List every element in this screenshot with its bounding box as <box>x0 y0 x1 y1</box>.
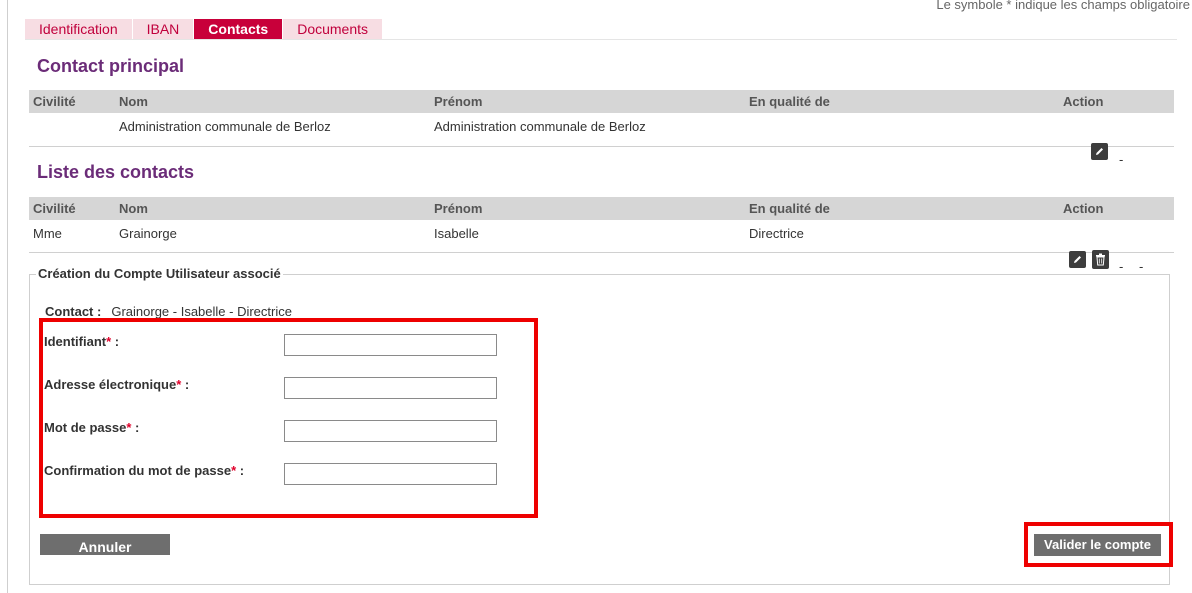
action-dash: - <box>1119 152 1124 167</box>
cell-civilite: Mme <box>33 226 62 241</box>
left-border <box>7 0 8 593</box>
cell-prenom: Administration communale de Berloz <box>434 119 646 134</box>
column-header-civilite: Civilité <box>33 94 76 109</box>
edit-icon[interactable] <box>1091 143 1108 160</box>
cancel-button[interactable]: Annuler <box>40 534 170 555</box>
column-header-qualite: En qualité de <box>749 201 830 216</box>
table-header: Civilité Nom Prénom En qualité de Action <box>29 197 1174 220</box>
section-title-main-contact: Contact principal <box>37 56 185 76</box>
tab-iban[interactable]: IBAN <box>132 19 195 39</box>
cell-prenom: Isabelle <box>434 226 479 241</box>
selected-contact: Contact : Grainorge - Isabelle - Directri… <box>45 304 292 319</box>
tab-documents[interactable]: Documents <box>283 19 384 39</box>
tab-divider <box>25 39 1177 40</box>
account-creation-legend: Création du Compte Utilisateur associé <box>38 266 281 281</box>
annotation-highlight-validate <box>1024 522 1173 567</box>
table-row: Mme Grainorge Isabelle Directrice - - <box>29 220 1174 273</box>
column-header-action: Action <box>1063 201 1104 216</box>
table-row: Administration communale de Berloz Admin… <box>29 113 1174 166</box>
cell-nom: Administration communale de Berloz <box>119 119 331 134</box>
section-title-contacts-list: Liste des contacts <box>37 162 195 182</box>
tab-identification[interactable]: Identification <box>25 19 133 39</box>
edit-icon[interactable] <box>1069 251 1086 268</box>
cell-qualite: Directrice <box>749 226 804 241</box>
column-header-action: Action <box>1063 94 1104 109</box>
column-header-prenom: Prénom <box>434 94 483 109</box>
contact-label: Contact : <box>45 304 102 319</box>
column-header-nom: Nom <box>119 201 148 216</box>
cell-nom: Grainorge <box>119 226 177 241</box>
tab-bar: Identification IBAN Contacts Documents <box>25 19 384 39</box>
contact-value: Grainorge - Isabelle - Directrice <box>111 304 292 319</box>
main-contact-table: Civilité Nom Prénom En qualité de Action… <box>29 90 1174 166</box>
contacts-list-table: Civilité Nom Prénom En qualité de Action… <box>29 197 1174 273</box>
required-fields-note: Le symbole * indique les champs obligato… <box>936 0 1190 12</box>
table-header: Civilité Nom Prénom En qualité de Action <box>29 90 1174 113</box>
annotation-highlight-form <box>39 318 538 518</box>
column-header-qualite: En qualité de <box>749 94 830 109</box>
tab-contacts[interactable]: Contacts <box>194 19 284 39</box>
column-header-prenom: Prénom <box>434 201 483 216</box>
column-header-nom: Nom <box>119 94 148 109</box>
column-header-civilite: Civilité <box>33 201 76 216</box>
